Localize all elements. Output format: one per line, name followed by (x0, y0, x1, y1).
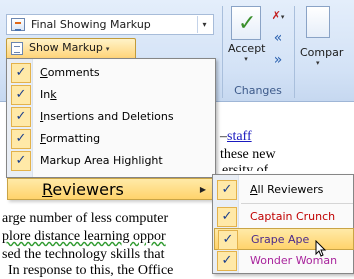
reviewer-item[interactable]: ✓ Grape Ape (214, 228, 354, 250)
menu-item-label: Ink (40, 88, 57, 101)
check-icon: ✓ (11, 63, 31, 83)
menu-item-insertions-deletions[interactable]: ✓ Insertions and Deletions (8, 106, 215, 128)
check-icon: ✓ (217, 207, 237, 227)
menu-item-formatting[interactable]: ✓ Formatting (8, 128, 215, 150)
show-markup-menu: ✓ Comments ✓ Ink ✓ Insertions and Deleti… (6, 58, 216, 178)
doc-line: these new (220, 147, 276, 162)
next-icon: » (273, 52, 283, 68)
doc-link[interactable]: staff (227, 129, 252, 144)
accept-button[interactable]: Accept ▾ (228, 6, 266, 72)
display-mode-value: Final Showing Markup (31, 18, 151, 31)
chevron-down-icon: ▾ (316, 59, 320, 67)
doc-line: sed the technology skills that (2, 247, 165, 262)
doc-link-line: –staff (220, 129, 252, 144)
markup-view-icon (11, 18, 25, 31)
submenu-arrow-icon: ▶ (199, 185, 206, 194)
reviewer-label: Grape Ape (251, 233, 310, 246)
menu-item-label: Insertions and Deletions (40, 110, 174, 123)
show-markup-button[interactable]: Show Markup ▾ (6, 38, 136, 58)
accept-label: Accept (228, 42, 266, 55)
previous-change-button[interactable]: « (266, 28, 290, 48)
doc-line: In response to this, the Office (8, 263, 174, 278)
reviewer-item[interactable]: ✓ Captain Crunch (214, 206, 354, 228)
menu-item-label: Formatting (40, 132, 101, 145)
doc-line-partial: ersity of (222, 163, 269, 171)
reviewer-label: All Reviewers (250, 183, 324, 196)
check-icon: ✓ (11, 129, 31, 149)
menu-item-label: Comments (40, 66, 100, 79)
mouse-pointer-icon (315, 240, 327, 257)
compare-label: Compar (300, 46, 344, 59)
check-icon: ✓ (218, 230, 238, 250)
show-markup-label: Show Markup (29, 41, 103, 54)
check-icon: ✓ (11, 107, 31, 127)
changes-group: Accept ▾ ✗▾ « » Changes (224, 2, 292, 100)
reviewer-item[interactable]: ✓ Wonder Woman (214, 250, 354, 272)
check-icon: ✓ (217, 180, 237, 200)
reviewer-label: Captain Crunch (250, 210, 336, 223)
menu-item-reviewers[interactable]: Reviewers ▶ (7, 178, 215, 200)
menu-divider (241, 203, 353, 204)
document-icon (11, 42, 23, 55)
chevron-down-icon[interactable]: ▾ (228, 55, 264, 64)
reject-icon: ✗ (271, 9, 281, 22)
next-change-button[interactable]: » (266, 50, 290, 70)
reviewer-item-all[interactable]: ✓ All Reviewers (214, 179, 354, 201)
changes-group-label: Changes (234, 84, 282, 97)
menu-item-label: Reviewers (42, 180, 124, 199)
menu-item-comments[interactable]: ✓ Comments (8, 62, 215, 84)
menu-item-label: Markup Area Highlight (40, 154, 163, 167)
group-divider (294, 6, 295, 98)
menu-item-ink[interactable]: ✓ Ink (8, 84, 215, 106)
reject-button[interactable]: ✗▾ (266, 6, 290, 26)
compare-button[interactable]: Compar ▾ (300, 6, 354, 76)
previous-icon: « (273, 30, 283, 46)
check-icon: ✓ (217, 251, 237, 271)
chevron-down-icon: ▾ (280, 13, 285, 21)
doc-line: plore distance learning oppor (2, 229, 166, 244)
check-icon: ✓ (11, 151, 31, 171)
group-divider (222, 6, 223, 98)
chevron-down-icon: ▾ (105, 45, 110, 53)
reviewers-submenu: ✓ All Reviewers ✓ Captain Crunch ✓ Grape… (212, 174, 354, 274)
doc-line: arge number of less computer (2, 211, 169, 226)
check-icon: ✓ (11, 85, 31, 105)
menu-item-markup-area-highlight[interactable]: ✓ Markup Area Highlight (8, 150, 215, 172)
chevron-down-icon[interactable]: ▾ (197, 16, 211, 33)
compare-icon (306, 6, 330, 38)
display-for-review-combo[interactable]: Final Showing Markup ▾ (6, 14, 214, 35)
accept-change-icon (231, 6, 261, 40)
